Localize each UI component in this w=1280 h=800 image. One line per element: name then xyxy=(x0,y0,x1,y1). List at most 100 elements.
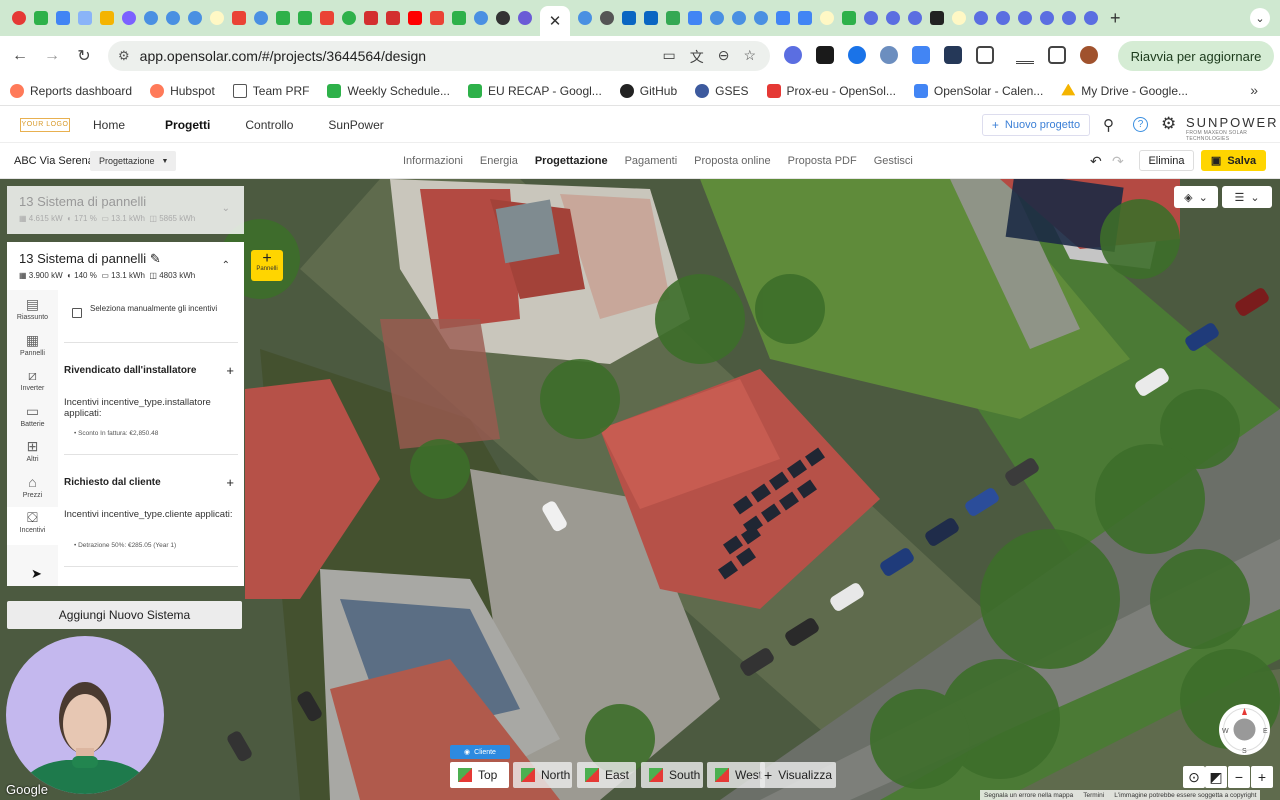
pencil-icon[interactable]: ✎ xyxy=(150,251,161,266)
tab-favicon[interactable] xyxy=(188,11,202,25)
tab-favicon[interactable] xyxy=(12,11,26,25)
tab-favicon[interactable] xyxy=(1084,11,1098,25)
help-icon[interactable]: ? xyxy=(1133,117,1148,132)
bookmark-item[interactable]: Weekly Schedule... xyxy=(327,83,450,98)
camera-icon[interactable]: ▭ xyxy=(662,47,675,67)
zoom-out-button[interactable]: − xyxy=(1228,766,1250,788)
tab-favicon[interactable] xyxy=(386,11,400,25)
relaunch-button[interactable]: Riavvia per aggiornare xyxy=(1118,41,1274,71)
tab-favicon[interactable] xyxy=(232,11,246,25)
chevron-up-icon[interactable]: ⌃ xyxy=(222,260,230,271)
compass-control[interactable]: W E S xyxy=(1219,704,1270,755)
view-east-button[interactable]: East xyxy=(577,762,636,788)
tab-energy[interactable]: Energia xyxy=(480,155,518,167)
active-tab[interactable]: ✕ xyxy=(540,6,570,36)
extension-icon[interactable] xyxy=(784,46,802,64)
tab-prices[interactable]: ⌂ Prezzi xyxy=(7,472,58,508)
undo-icon[interactable]: ↶ xyxy=(1090,153,1102,170)
new-project-button[interactable]: + Nuovo progetto xyxy=(982,114,1090,136)
tab-favicon[interactable] xyxy=(952,11,966,25)
tab-favicon[interactable] xyxy=(452,11,466,25)
tab-favicon[interactable] xyxy=(754,11,768,25)
extension-icon[interactable] xyxy=(816,46,834,64)
tab-favicon[interactable] xyxy=(798,11,812,25)
tab-favicon[interactable] xyxy=(100,11,114,25)
visualize-button[interactable]: + Visualizza xyxy=(760,762,836,788)
tab-batteries[interactable]: ▭ Batterie xyxy=(7,401,58,437)
media-icon[interactable] xyxy=(1016,46,1034,64)
forward-icon[interactable]: → xyxy=(36,40,68,72)
bookmark-item[interactable]: OpenSolar - Calen... xyxy=(913,83,1043,98)
tab-panels[interactable]: ▦ Pannelli xyxy=(7,330,58,366)
layers-dropdown[interactable]: ◈ ⌄ xyxy=(1174,186,1218,208)
tab-favicon[interactable] xyxy=(254,11,268,25)
tab-favicon[interactable] xyxy=(1040,11,1054,25)
tab-favicon[interactable] xyxy=(78,11,92,25)
nav-home[interactable]: Home xyxy=(93,118,125,132)
company-logo[interactable]: YOUR LOGO xyxy=(20,117,70,132)
tab-favicon[interactable] xyxy=(342,11,356,25)
tab-favicon[interactable] xyxy=(974,11,988,25)
bookmark-item[interactable]: GitHub xyxy=(619,83,677,98)
tab-summary[interactable]: ▤ Riassunto xyxy=(7,294,58,330)
screenshot-icon[interactable]: ⊙ xyxy=(1183,766,1205,788)
side-panel-icon[interactable] xyxy=(1048,46,1066,64)
tab-favicon[interactable] xyxy=(578,11,592,25)
close-icon[interactable]: ✕ xyxy=(549,12,562,30)
translate-icon[interactable]: 文 xyxy=(690,47,704,67)
view-top-button[interactable]: Top xyxy=(450,762,509,788)
tab-favicon[interactable] xyxy=(996,11,1010,25)
view-north-button[interactable]: North xyxy=(513,762,572,788)
tab-favicon[interactable] xyxy=(474,11,488,25)
view-south-button[interactable]: South xyxy=(641,762,703,788)
tab-favicon[interactable] xyxy=(496,11,510,25)
client-view-chip[interactable]: ◉ Cliente xyxy=(450,745,510,759)
gear-icon[interactable]: ⚙ xyxy=(1161,114,1176,134)
tab-favicon[interactable] xyxy=(776,11,790,25)
tab-favicon[interactable] xyxy=(908,11,922,25)
tab-favicon[interactable] xyxy=(600,11,614,25)
tab-favicon[interactable] xyxy=(122,11,136,25)
tab-payments[interactable]: Pagamenti xyxy=(625,155,678,167)
tab-favicon[interactable] xyxy=(518,11,532,25)
tab-favicon[interactable] xyxy=(842,11,856,25)
tab-favicon[interactable] xyxy=(732,11,746,25)
tab-manage[interactable]: Gestisci xyxy=(874,155,913,167)
tab-favicon[interactable] xyxy=(1018,11,1032,25)
extension-icon[interactable] xyxy=(848,46,866,64)
bookmark-item[interactable]: Reports dashboard xyxy=(10,83,132,98)
site-info-icon[interactable]: ⚙ xyxy=(118,48,130,64)
search-icon[interactable]: ⚲ xyxy=(1103,116,1114,134)
bookmark-item[interactable]: GSES xyxy=(695,83,749,98)
report-error-link[interactable]: Segnala un errore nella mappa xyxy=(984,792,1073,799)
bookmark-star-icon[interactable]: ☆ xyxy=(743,47,756,67)
zoom-icon[interactable]: ⊖ xyxy=(718,47,730,67)
add-panels-button[interactable]: + Pannelli xyxy=(251,250,283,281)
tab-search-icon[interactable]: ⌄ xyxy=(1250,8,1270,28)
view-west-button[interactable]: West xyxy=(707,762,765,788)
tab-favicon[interactable] xyxy=(820,11,834,25)
tab-favicon[interactable] xyxy=(1062,11,1076,25)
add-client-incentive-icon[interactable]: + xyxy=(226,475,234,490)
phase-dropdown[interactable]: Progettazione ▼ xyxy=(90,151,176,171)
nav-sunpower[interactable]: SunPower xyxy=(328,118,383,132)
new-tab-icon[interactable]: + xyxy=(1110,8,1121,29)
tab-info[interactable]: Informazioni xyxy=(403,155,463,167)
manual-select-checkbox[interactable] xyxy=(72,308,82,318)
system-card-collapsed[interactable]: 13 Sistema di pannelli ▦ 4.615 kW ◐ 171 … xyxy=(7,186,244,234)
bookmark-item[interactable]: Hubspot xyxy=(150,83,215,98)
nav-projects[interactable]: Progetti xyxy=(165,118,210,132)
tab-favicon[interactable] xyxy=(364,11,378,25)
tab-favicon[interactable] xyxy=(930,11,944,25)
bookmark-item[interactable]: Prox-eu - OpenSol... xyxy=(766,83,896,98)
tab-favicon[interactable] xyxy=(622,11,636,25)
tab-design[interactable]: Progettazione xyxy=(535,155,608,167)
tab-favicon[interactable] xyxy=(34,11,48,25)
reload-icon[interactable]: ↻ xyxy=(68,40,100,72)
tab-favicon[interactable] xyxy=(644,11,658,25)
bookmark-item[interactable]: Team PRF xyxy=(232,83,309,98)
bookmark-item[interactable]: EU RECAP - Googl... xyxy=(467,83,602,98)
puzzle-icon[interactable] xyxy=(976,46,994,64)
tab-favicon[interactable] xyxy=(688,11,702,25)
tab-favicon[interactable] xyxy=(320,11,334,25)
